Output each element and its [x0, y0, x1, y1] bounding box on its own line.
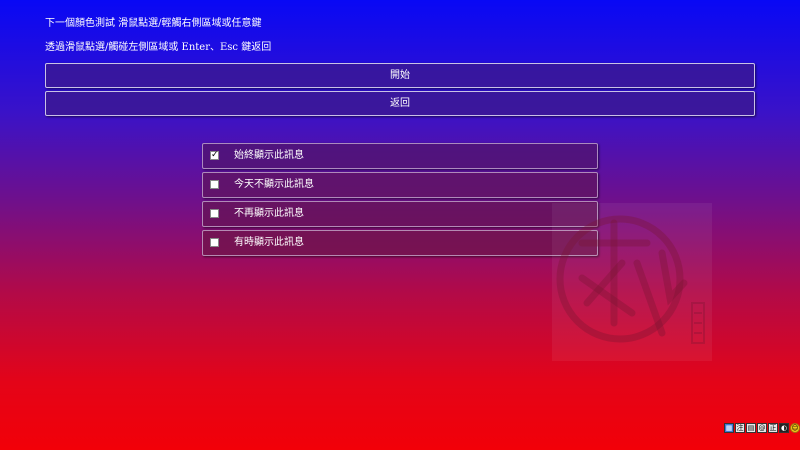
system-tray: ▦ 注 ▤ @ 正 ◐ ☺ [724, 422, 800, 434]
keyboard-icon[interactable]: ▤ [746, 423, 756, 433]
option-never-show[interactable]: 不再顯示此訊息 [202, 201, 598, 227]
zhu-icon[interactable]: 注 [735, 423, 745, 433]
watermark-seal [552, 203, 712, 361]
start-button[interactable]: 開始 [45, 63, 755, 88]
at-icon[interactable]: @ [757, 423, 767, 433]
checkbox[interactable] [210, 180, 219, 189]
checkbox[interactable] [210, 209, 219, 218]
option-label: 有時顯示此訊息 [234, 237, 304, 248]
option-label: 始終顯示此訊息 [234, 150, 304, 161]
option-sometimes-show[interactable]: 有時顯示此訊息 [202, 230, 598, 256]
option-label: 今天不顯示此訊息 [234, 179, 314, 190]
ime-icon[interactable]: ▦ [724, 423, 734, 433]
moon-icon[interactable]: ◐ [779, 423, 789, 433]
instruction-next-color: 下一個顏色測試 滑鼠點選/輕觸右側區域或任意鍵 [45, 18, 262, 29]
option-label: 不再顯示此訊息 [234, 208, 304, 219]
checkbox[interactable]: ✓ [210, 151, 219, 160]
option-not-today[interactable]: 今天不顯示此訊息 [202, 172, 598, 198]
instruction-return: 透過滑鼠點選/觸碰左側區域或 Enter、Esc 鍵返回 [45, 42, 272, 53]
back-button[interactable]: 返回 [45, 91, 755, 116]
option-always-show[interactable]: ✓ 始終顯示此訊息 [202, 143, 598, 169]
smile-icon[interactable]: ☺ [790, 423, 800, 433]
checkbox[interactable] [210, 238, 219, 247]
zheng-icon[interactable]: 正 [768, 423, 778, 433]
